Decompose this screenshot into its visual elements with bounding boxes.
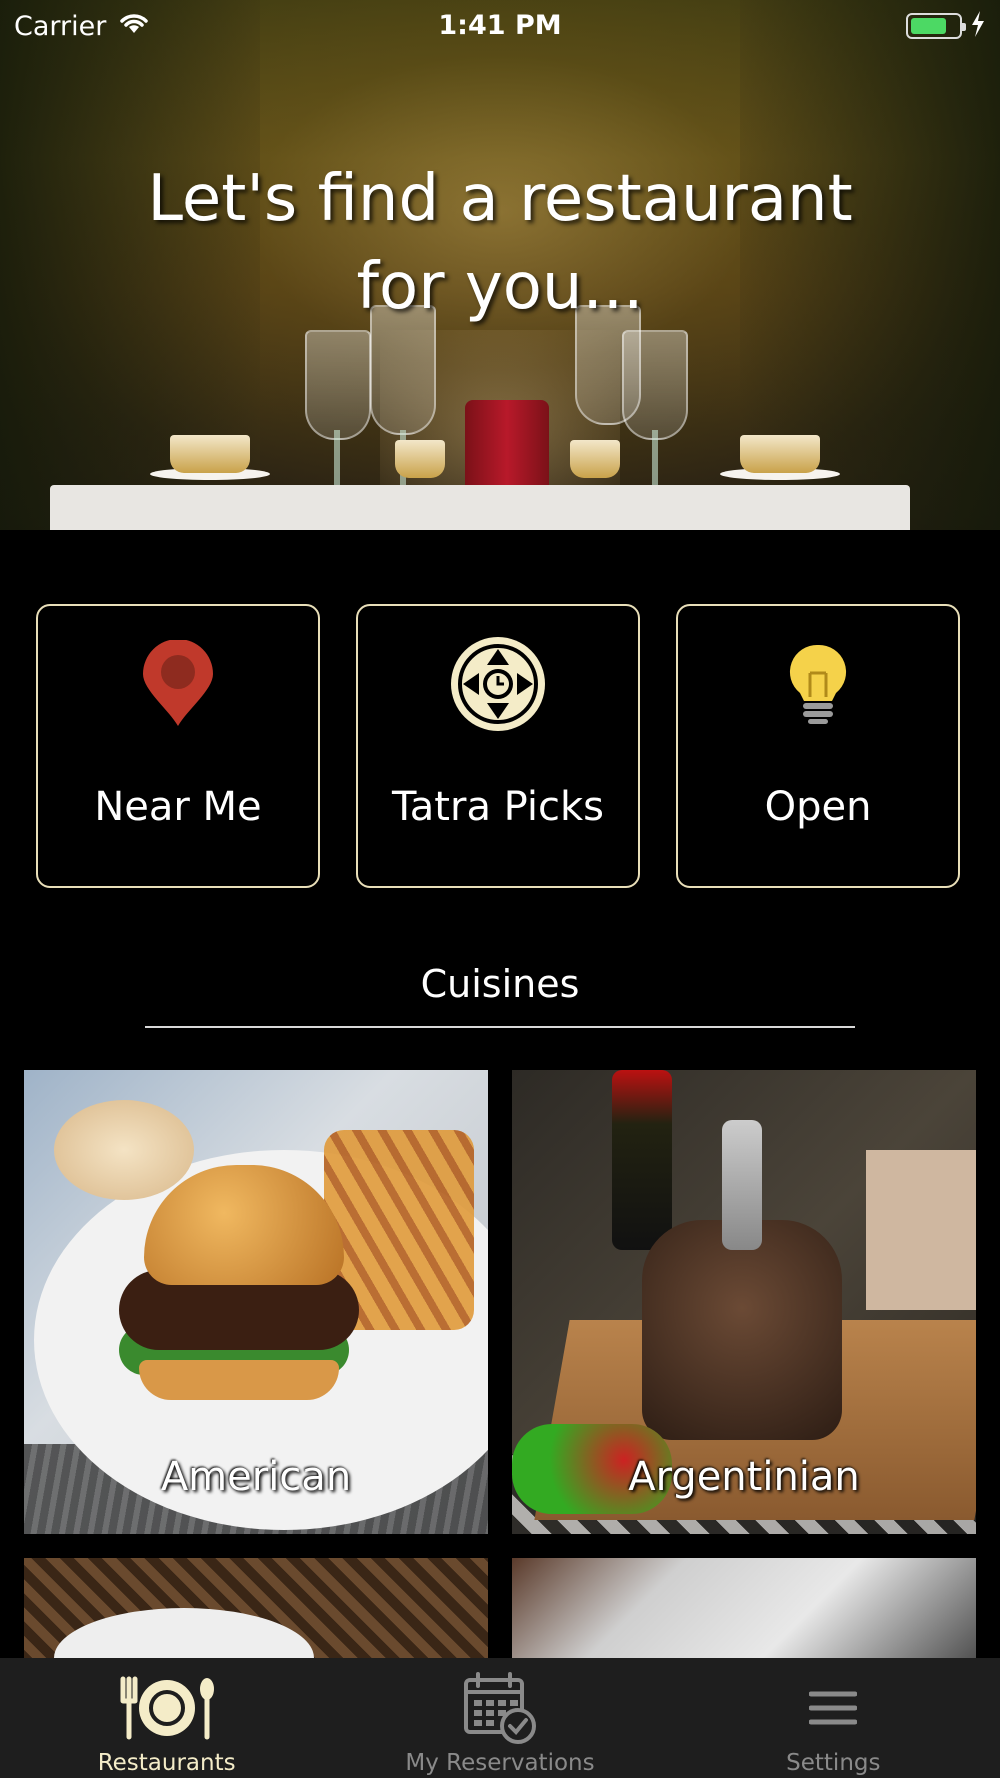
- tatra-picks-button[interactable]: Tatra Picks: [356, 604, 640, 888]
- tab-settings[interactable]: Settings: [667, 1658, 1000, 1778]
- tab-bar: Restaurants My Reservations Settings: [0, 1658, 1000, 1778]
- cuisine-label: American: [160, 1454, 352, 1500]
- divider: [145, 1026, 855, 1028]
- lightbulb-icon: [768, 634, 868, 734]
- tab-settings-label: Settings: [786, 1750, 881, 1776]
- cuisines-heading: Cuisines: [420, 962, 580, 1006]
- tab-my-reservations-label: My Reservations: [405, 1750, 595, 1776]
- cuisine-tile-american[interactable]: American: [24, 1070, 488, 1534]
- tab-restaurants-label: Restaurants: [97, 1750, 236, 1776]
- compass-clock-icon: [448, 634, 548, 734]
- map-pin-icon: [128, 634, 228, 734]
- tab-my-reservations[interactable]: My Reservations: [333, 1658, 666, 1778]
- near-me-label: Near Me: [94, 784, 262, 830]
- plate-cutlery-icon: [117, 1672, 217, 1744]
- tab-restaurants[interactable]: Restaurants: [0, 1658, 333, 1778]
- cuisine-tile-argentinian[interactable]: Argentinian: [512, 1070, 976, 1534]
- cuisine-label: Argentinian: [628, 1454, 860, 1500]
- open-button[interactable]: Open: [676, 604, 960, 888]
- near-me-button[interactable]: Near Me: [36, 604, 320, 888]
- tatra-picks-label: Tatra Picks: [391, 784, 605, 830]
- open-label: Open: [764, 784, 872, 830]
- battery-icon: [906, 13, 966, 39]
- calendar-check-icon: [462, 1672, 538, 1744]
- status-bar: Carrier 1:41 PM: [0, 0, 1000, 52]
- hamburger-menu-icon: [809, 1672, 858, 1744]
- quick-actions: Near Me Tatra Picks Open: [36, 604, 964, 888]
- status-time: 1:41 PM: [438, 10, 562, 41]
- hero-title: Let's find a restaurant for you...: [147, 162, 853, 324]
